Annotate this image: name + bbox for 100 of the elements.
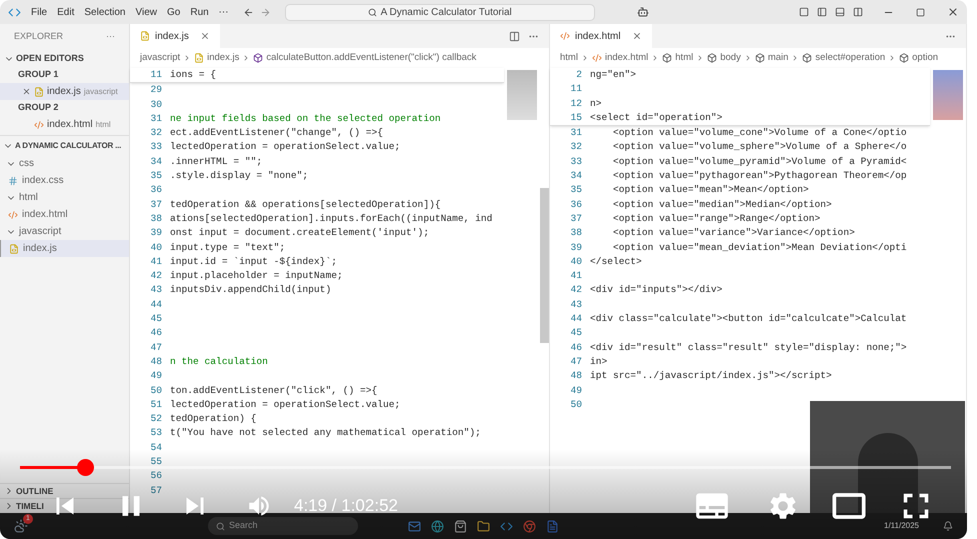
code-line: ng="en">: [590, 68, 636, 82]
line-number: 38: [149, 212, 163, 226]
code-line: input.placeholder = inputName;: [170, 269, 343, 284]
close-icon[interactable]: [947, 6, 959, 18]
line-number: 49: [149, 369, 163, 384]
line-number: 54: [149, 440, 163, 455]
close-icon[interactable]: [200, 31, 210, 41]
section-header[interactable]: OPEN EDITORS: [0, 50, 129, 67]
breadcrumb[interactable]: main: [768, 50, 788, 66]
menu-item[interactable]: View: [136, 4, 157, 20]
line-number: 47: [149, 340, 163, 355]
menu-item[interactable]: Edit: [57, 4, 74, 20]
code-line: ipt src="../javascript/index.js"></script>: [590, 369, 832, 384]
globe-icon[interactable]: [431, 520, 444, 532]
breadcrumb[interactable]: option: [912, 50, 938, 66]
breadcrumb[interactable]: html: [675, 50, 694, 66]
code-line: <option value="pythagorean">Pythagorean Theorem</op: [612, 169, 907, 184]
symbol-icon: [802, 53, 812, 63]
editor-tab[interactable]: index.js: [130, 24, 220, 48]
breadcrumb[interactable]: body: [720, 50, 741, 66]
editor-tab[interactable]: index.html: [550, 24, 652, 48]
html-file-icon: [8, 210, 18, 220]
menu-item[interactable]: Selection: [84, 4, 126, 20]
code-line: ect.addEventListener("change", () =>{: [170, 126, 384, 140]
line-number: 12: [569, 96, 583, 111]
line-number: 46: [569, 340, 583, 355]
folder-entry[interactable]: javascript: [0, 223, 129, 240]
close-icon[interactable]: [22, 87, 31, 96]
line-number: 31: [569, 126, 583, 140]
menu-item[interactable]: Go: [167, 4, 180, 20]
breadcrumb[interactable]: index.html: [604, 50, 648, 66]
breadcrumb[interactable]: index.js: [207, 50, 240, 66]
line-number: 41: [569, 269, 583, 284]
code-line: tedOperation) {: [170, 412, 256, 426]
browser-icon[interactable]: [523, 520, 536, 532]
back-icon[interactable]: [242, 6, 254, 18]
breadcrumb[interactable]: calculateButton.addEventListener("click") callback: [266, 50, 476, 66]
code-line: .style.display = "none";: [170, 169, 308, 184]
line-number: 39: [149, 226, 163, 240]
sidebar-toggle-icon[interactable]: [817, 7, 827, 17]
line-number: 45: [149, 312, 163, 326]
line-number: 48: [149, 354, 163, 369]
command-search-field[interactable]: A Dynamic Calculator Tutorial: [284, 4, 595, 20]
file-name: index.js: [47, 85, 81, 99]
code-editor-icon[interactable]: [500, 520, 513, 532]
store-icon[interactable]: [454, 520, 467, 532]
method-icon: [253, 53, 264, 63]
line-number: 35: [149, 169, 163, 184]
line-number: 11: [149, 68, 163, 82]
assistant-icon[interactable]: [636, 6, 649, 18]
bell-icon[interactable]: [943, 521, 953, 531]
layout-icon[interactable]: [799, 7, 809, 17]
breadcrumb[interactable]: javascript: [140, 50, 180, 66]
code-line: <option value="median">Median</option>: [612, 198, 832, 212]
taskbar-date: 1/11/2025: [884, 520, 919, 532]
breadcrumb[interactable]: select#operation: [815, 50, 886, 66]
code-line: <option value="mean">Mean</option>: [612, 183, 809, 198]
open-editor-item[interactable]: index.html html: [0, 116, 129, 133]
menu-item[interactable]: ⋯: [218, 4, 229, 20]
folder-entry[interactable]: css: [0, 155, 129, 172]
line-number: 44: [149, 298, 163, 312]
menu-item[interactable]: File: [31, 4, 48, 20]
more-actions-button[interactable]: ···: [106, 30, 115, 44]
js-file-icon: [140, 31, 150, 41]
folder-icon[interactable]: [477, 520, 490, 532]
panel-title: EXPLORER: [14, 30, 64, 44]
split-layout-icon[interactable]: [853, 7, 863, 17]
menu-item[interactable]: Run: [190, 4, 209, 20]
code-line: input.type = "text";: [170, 240, 286, 255]
explorer-entry[interactable]: index.css: [0, 172, 129, 189]
line-number: 34: [149, 154, 163, 169]
maximize-icon[interactable]: [916, 8, 925, 16]
explorer-entry[interactable]: index.html: [0, 206, 129, 223]
taskbar-search-field[interactable]: Search: [208, 517, 358, 535]
panel-toggle-icon[interactable]: [835, 7, 845, 17]
weather-icon[interactable]: [14, 519, 28, 533]
split-editor-icon[interactable]: [509, 30, 520, 42]
js-file-icon: [9, 244, 19, 254]
html-file-icon: [592, 53, 602, 63]
scrollbar-thumb[interactable]: [540, 188, 549, 343]
close-icon[interactable]: [632, 31, 642, 41]
folder-entry[interactable]: html: [0, 189, 129, 206]
section-header[interactable]: A DYNAMIC CALCULATOR ...: [0, 135, 129, 155]
mail-icon[interactable]: [408, 520, 421, 532]
line-number: 52: [149, 412, 163, 426]
line-number: 57: [149, 484, 163, 498]
search-icon: [368, 8, 377, 16]
line-number: 39: [569, 240, 583, 255]
line-number: 34: [569, 169, 583, 184]
open-editor-item[interactable]: index.js javascript: [0, 83, 129, 100]
explorer-entry[interactable]: index.js: [0, 240, 129, 257]
line-number: 47: [569, 354, 583, 369]
code-line: onst input = document.createElement('input');: [170, 226, 430, 240]
line-number: 38: [569, 226, 583, 240]
time-display: 4:19 / 1:02:52: [294, 495, 398, 518]
breadcrumb[interactable]: html: [560, 50, 578, 66]
app-logo-icon: [8, 6, 21, 18]
code-line: <option value="volume_cone">Volume of a Cone</optio: [612, 126, 907, 140]
line-number: 2: [575, 68, 583, 82]
code-line: input.id = `input -${index}`;: [170, 254, 337, 269]
